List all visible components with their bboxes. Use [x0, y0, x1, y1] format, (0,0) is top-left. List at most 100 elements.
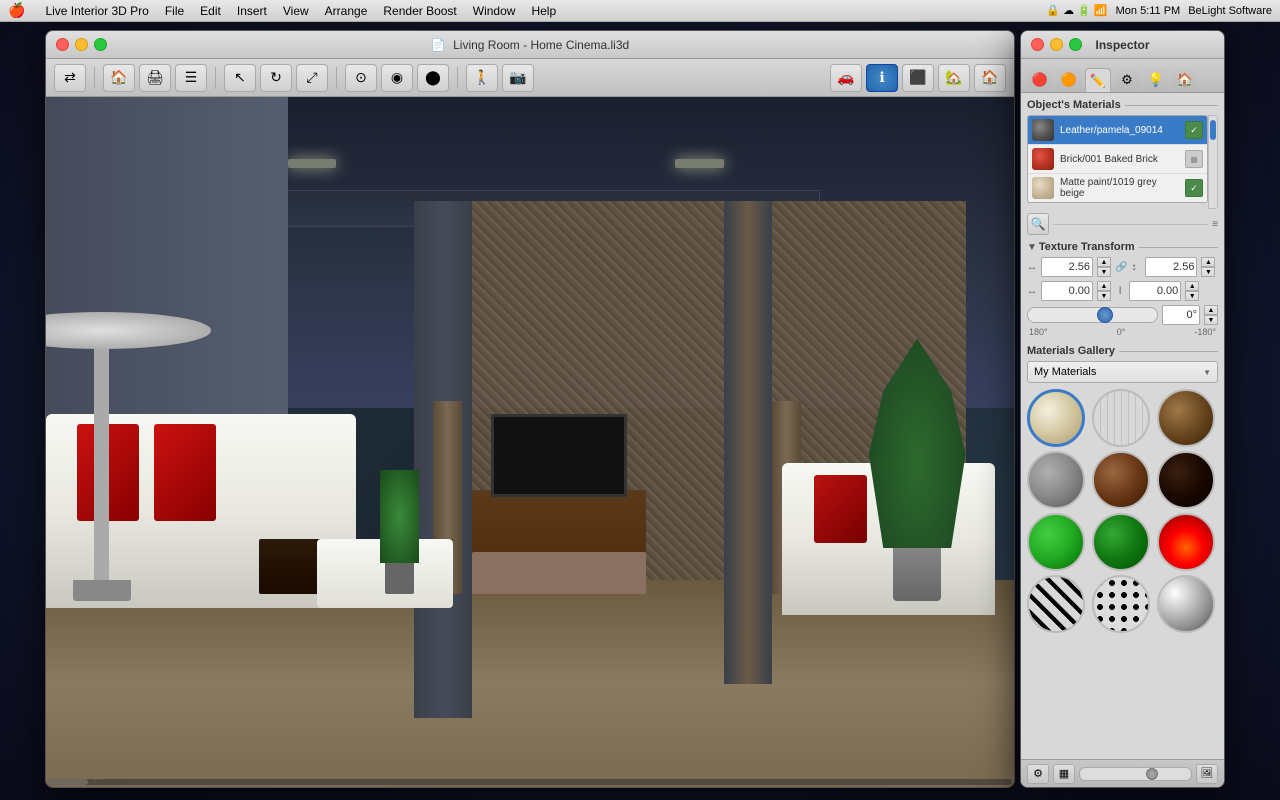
texture-height-input[interactable]: 2.56: [1145, 257, 1197, 277]
plant-right: [869, 339, 966, 601]
material-item-leather[interactable]: Leather/pamela_09014 ✓: [1028, 116, 1207, 145]
toolbar-move[interactable]: ⤢: [296, 64, 328, 92]
inspector-close-button[interactable]: [1031, 38, 1044, 51]
toolbar-back-forward[interactable]: ⇄: [54, 64, 86, 92]
materials-scroll-thumb[interactable]: [1210, 120, 1216, 140]
gallery-item-wood-light[interactable]: [1092, 389, 1150, 447]
close-button[interactable]: [56, 38, 69, 51]
menu-edit[interactable]: Edit: [200, 4, 221, 18]
angle-increment[interactable]: ▲: [1204, 305, 1218, 315]
width-stepper[interactable]: ▲ ▼: [1097, 257, 1111, 277]
texture-offsety-input[interactable]: 0.00: [1129, 281, 1181, 301]
toolbar-floor-plan[interactable]: 🏠: [103, 64, 135, 92]
texture-transform-section: ▼ Texture Transform ↔ 2.56 ▲ ▼ 🔗 ↕: [1027, 241, 1218, 337]
menu-appname[interactable]: Live Interior 3D Pro: [45, 4, 148, 18]
toolbar-info[interactable]: ℹ: [866, 64, 898, 92]
floor-lamp-base: [73, 580, 131, 601]
toolbar-camera[interactable]: 📷: [502, 64, 534, 92]
inspector-maximize-button[interactable]: [1069, 38, 1082, 51]
menu-view[interactable]: View: [283, 4, 309, 18]
width-decrement[interactable]: ▼: [1097, 267, 1111, 277]
apple-menu[interactable]: 🍎: [8, 2, 25, 19]
width-increment[interactable]: ▲: [1097, 257, 1111, 267]
material-icon-brick[interactable]: ▦: [1185, 150, 1203, 168]
offsety-increment[interactable]: ▲: [1185, 281, 1199, 291]
tab-material-sphere[interactable]: 🟠: [1056, 68, 1082, 92]
texture-width-input[interactable]: 2.56: [1041, 257, 1093, 277]
angle-stepper[interactable]: ▲ ▼: [1204, 305, 1218, 325]
offsety-stepper[interactable]: ▲ ▼: [1185, 281, 1199, 301]
angle-slider[interactable]: [1027, 307, 1158, 323]
material-swatch-brick: [1032, 148, 1054, 170]
menu-window[interactable]: Window: [473, 4, 516, 18]
viewport[interactable]: ⋯: [46, 97, 1014, 787]
gallery-dropdown[interactable]: My Materials ▼: [1027, 361, 1218, 383]
viewport-scrollbar[interactable]: [48, 779, 1012, 785]
material-item-paint[interactable]: Matte paint/1019 grey beige ✓: [1028, 174, 1207, 202]
gallery-item-wood-dark[interactable]: [1157, 389, 1215, 447]
window-title: 📄 Living Room - Home Cinema.li3d: [431, 38, 629, 52]
height-decrement[interactable]: ▼: [1201, 267, 1215, 277]
height-stepper[interactable]: ▲ ▼: [1201, 257, 1215, 277]
toolbar-sep-1: [94, 67, 95, 89]
gallery-item-concrete[interactable]: [1027, 451, 1085, 509]
gallery-item-zebra[interactable]: [1027, 575, 1085, 633]
material-more-icon[interactable]: ≡: [1212, 219, 1218, 230]
toolbar-view-home[interactable]: 🏡: [938, 64, 970, 92]
gallery-item-cream[interactable]: [1027, 389, 1085, 447]
toolbar-view-2d[interactable]: ⬛: [902, 64, 934, 92]
zoom-thumb[interactable]: [1146, 768, 1158, 780]
toolbar-nav-car[interactable]: 🚗: [830, 64, 862, 92]
toolbar-circle[interactable]: ⬤: [417, 64, 449, 92]
gallery-item-fire[interactable]: [1157, 513, 1215, 571]
menu-renderbost[interactable]: Render Boost: [383, 4, 456, 18]
menu-file[interactable]: File: [165, 4, 184, 18]
maximize-button[interactable]: [94, 38, 107, 51]
material-item-brick[interactable]: Brick/001 Baked Brick ▦: [1028, 145, 1207, 174]
gallery-item-chrome[interactable]: [1157, 575, 1215, 633]
gallery-item-green-dark[interactable]: [1092, 513, 1150, 571]
toolbar-ring[interactable]: ◉: [381, 64, 413, 92]
bottom-image-button[interactable]: 🖼: [1196, 764, 1218, 784]
offsetx-stepper[interactable]: ▲ ▼: [1097, 281, 1111, 301]
viewport-scrollbar-thumb[interactable]: [48, 779, 88, 785]
bottom-grid-button[interactable]: ▦: [1053, 764, 1075, 784]
material-icon-leather[interactable]: ✓: [1185, 121, 1203, 139]
bottom-settings-button[interactable]: ⚙: [1027, 764, 1049, 784]
section-texture-transform: ▼ Texture Transform: [1027, 241, 1218, 253]
tab-floor-plan[interactable]: 🏠: [1172, 68, 1198, 92]
tab-light[interactable]: 💡: [1143, 68, 1169, 92]
bottom-zoom-slider[interactable]: [1079, 767, 1192, 781]
texture-offsetx-input[interactable]: 0.00: [1041, 281, 1093, 301]
material-search-button[interactable]: 🔍: [1027, 213, 1049, 235]
menu-insert[interactable]: Insert: [237, 4, 267, 18]
offsety-decrement[interactable]: ▼: [1185, 291, 1199, 301]
inspector-minimize-button[interactable]: [1050, 38, 1063, 51]
tab-settings[interactable]: ⚙: [1114, 68, 1140, 92]
toolbar-rotate[interactable]: ↻: [260, 64, 292, 92]
offsetx-decrement[interactable]: ▼: [1097, 291, 1111, 301]
toolbar-print[interactable]: 🖨: [139, 64, 171, 92]
toolbar-view-3d[interactable]: 🏠: [974, 64, 1006, 92]
toolbar-select[interactable]: ↖: [224, 64, 256, 92]
tab-texture[interactable]: ✏️: [1085, 68, 1111, 92]
link-icon[interactable]: 🔗: [1115, 262, 1127, 273]
gallery-item-brown[interactable]: [1092, 451, 1150, 509]
minimize-button[interactable]: [75, 38, 88, 51]
height-increment[interactable]: ▲: [1201, 257, 1215, 267]
material-icon-paint[interactable]: ✓: [1185, 179, 1203, 197]
offsetx-increment[interactable]: ▲: [1097, 281, 1111, 291]
gallery-item-dots[interactable]: [1092, 575, 1150, 633]
menu-arrange[interactable]: Arrange: [325, 4, 368, 18]
angle-input[interactable]: 0°: [1162, 305, 1200, 325]
toolbar-walk[interactable]: 🚶: [466, 64, 498, 92]
gallery-item-green-bright[interactable]: [1027, 513, 1085, 571]
angle-decrement[interactable]: ▼: [1204, 315, 1218, 325]
materials-scrollbar[interactable]: [1208, 115, 1218, 209]
toolbar-layout[interactable]: ☰: [175, 64, 207, 92]
toolbar-sphere[interactable]: ⊙: [345, 64, 377, 92]
tab-object[interactable]: 🔴: [1027, 68, 1053, 92]
angle-thumb[interactable]: [1097, 307, 1113, 323]
gallery-item-darkbrown[interactable]: [1157, 451, 1215, 509]
menu-help[interactable]: Help: [531, 4, 556, 18]
